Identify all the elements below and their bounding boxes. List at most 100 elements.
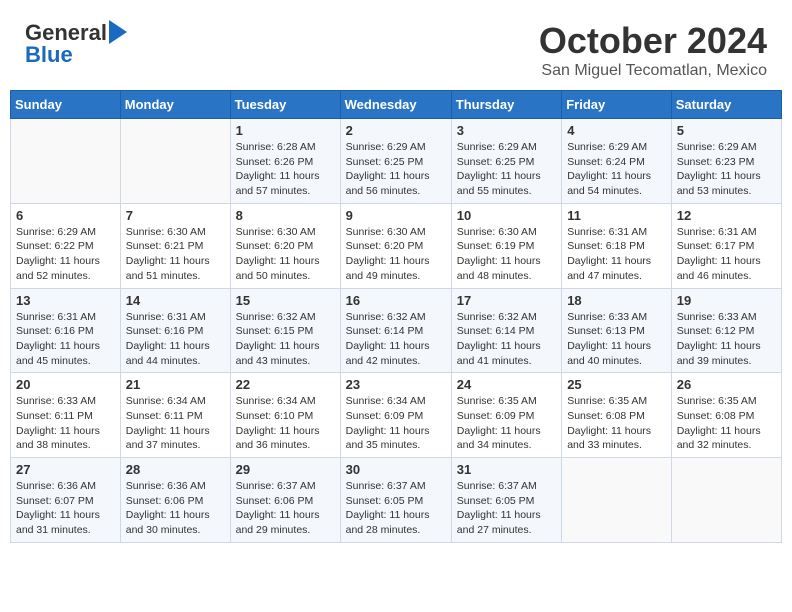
calendar-cell: 5 Sunrise: 6:29 AM Sunset: 6:23 PM Daylig…	[671, 119, 781, 204]
day-info: Sunrise: 6:30 AM Sunset: 6:21 PM Dayligh…	[126, 225, 225, 284]
calendar-cell: 30Sunrise: 6:37 AM Sunset: 6:05 PM Dayli…	[340, 458, 451, 543]
day-info: Sunrise: 6:33 AM Sunset: 6:11 PM Dayligh…	[16, 394, 115, 453]
day-number: 8	[236, 208, 335, 223]
day-number: 10	[457, 208, 556, 223]
day-number: 20	[16, 377, 115, 392]
day-number: 4	[567, 123, 666, 138]
calendar-cell: 23 Sunrise: 6:34 AM Sunset: 6:09 PM Dayli…	[340, 373, 451, 458]
day-info: Sunrise: 6:36 AM Sunset: 6:07 PM Dayligh…	[16, 479, 115, 538]
day-info: Sunrise: 6:29 AM Sunset: 6:25 PM Dayligh…	[346, 140, 446, 199]
day-info: Sunrise: 6:30 AM Sunset: 6:19 PM Dayligh…	[457, 225, 556, 284]
calendar-cell: 27 Sunrise: 6:36 AM Sunset: 6:07 PM Dayli…	[11, 458, 121, 543]
day-number: 31	[457, 462, 556, 477]
day-number: 19	[677, 293, 776, 308]
day-number: 14	[126, 293, 225, 308]
day-number: 21	[126, 377, 225, 392]
calendar-header-row: SundayMondayTuesdayWednesdayThursdayFrid…	[11, 91, 782, 119]
day-info: Sunrise: 6:33 AM Sunset: 6:13 PM Dayligh…	[567, 310, 666, 369]
day-number: 23	[346, 377, 446, 392]
day-number: 9	[346, 208, 446, 223]
day-number: 26	[677, 377, 776, 392]
day-info: Sunrise: 6:30 AM Sunset: 6:20 PM Dayligh…	[346, 225, 446, 284]
day-info: Sunrise: 6:32 AM Sunset: 6:14 PM Dayligh…	[346, 310, 446, 369]
calendar-header-friday: Friday	[562, 91, 672, 119]
day-number: 5	[677, 123, 776, 138]
day-number: 25	[567, 377, 666, 392]
day-info: Sunrise: 6:37 AM Sunset: 6:06 PM Dayligh…	[236, 479, 335, 538]
day-number: 3	[457, 123, 556, 138]
calendar-week-3: 13 Sunrise: 6:31 AM Sunset: 6:16 PM Dayli…	[11, 288, 782, 373]
logo-blue: Blue	[25, 42, 73, 68]
calendar-cell: 29 Sunrise: 6:37 AM Sunset: 6:06 PM Dayli…	[230, 458, 340, 543]
calendar-cell: 28Sunrise: 6:36 AM Sunset: 6:06 PM Dayli…	[120, 458, 230, 543]
day-number: 27	[16, 462, 115, 477]
calendar-table: SundayMondayTuesdayWednesdayThursdayFrid…	[10, 90, 782, 543]
calendar-cell: 18 Sunrise: 6:33 AM Sunset: 6:13 PM Dayli…	[562, 288, 672, 373]
calendar-cell: 19 Sunrise: 6:33 AM Sunset: 6:12 PM Dayli…	[671, 288, 781, 373]
calendar-cell: 7Sunrise: 6:30 AM Sunset: 6:21 PM Daylig…	[120, 203, 230, 288]
calendar-cell: 6 Sunrise: 6:29 AM Sunset: 6:22 PM Daylig…	[11, 203, 121, 288]
day-info: Sunrise: 6:29 AM Sunset: 6:23 PM Dayligh…	[677, 140, 776, 199]
calendar-cell	[120, 119, 230, 204]
day-info: Sunrise: 6:34 AM Sunset: 6:10 PM Dayligh…	[236, 394, 335, 453]
day-number: 28	[126, 462, 225, 477]
calendar-title-block: October 2024 San Miguel Tecomatlan, Mexi…	[539, 20, 767, 80]
calendar-cell: 4Sunrise: 6:29 AM Sunset: 6:24 PM Daylig…	[562, 119, 672, 204]
day-info: Sunrise: 6:29 AM Sunset: 6:25 PM Dayligh…	[457, 140, 556, 199]
day-info: Sunrise: 6:34 AM Sunset: 6:09 PM Dayligh…	[346, 394, 446, 453]
calendar-cell: 24 Sunrise: 6:35 AM Sunset: 6:09 PM Dayli…	[451, 373, 561, 458]
day-info: Sunrise: 6:31 AM Sunset: 6:17 PM Dayligh…	[677, 225, 776, 284]
day-number: 15	[236, 293, 335, 308]
day-number: 24	[457, 377, 556, 392]
calendar-cell: 25Sunrise: 6:35 AM Sunset: 6:08 PM Dayli…	[562, 373, 672, 458]
calendar-cell: 8 Sunrise: 6:30 AM Sunset: 6:20 PM Daylig…	[230, 203, 340, 288]
calendar-cell: 9 Sunrise: 6:30 AM Sunset: 6:20 PM Daylig…	[340, 203, 451, 288]
day-number: 1	[236, 123, 335, 138]
calendar-cell: 22 Sunrise: 6:34 AM Sunset: 6:10 PM Dayli…	[230, 373, 340, 458]
day-number: 22	[236, 377, 335, 392]
day-info: Sunrise: 6:34 AM Sunset: 6:11 PM Dayligh…	[126, 394, 225, 453]
day-info: Sunrise: 6:29 AM Sunset: 6:22 PM Dayligh…	[16, 225, 115, 284]
calendar-subtitle: San Miguel Tecomatlan, Mexico	[539, 62, 767, 80]
day-info: Sunrise: 6:30 AM Sunset: 6:20 PM Dayligh…	[236, 225, 335, 284]
day-number: 29	[236, 462, 335, 477]
calendar-header-thursday: Thursday	[451, 91, 561, 119]
calendar-cell: 2Sunrise: 6:29 AM Sunset: 6:25 PM Daylig…	[340, 119, 451, 204]
calendar-cell	[671, 458, 781, 543]
calendar-header-wednesday: Wednesday	[340, 91, 451, 119]
day-number: 12	[677, 208, 776, 223]
calendar-cell: 31Sunrise: 6:37 AM Sunset: 6:05 PM Dayli…	[451, 458, 561, 543]
calendar-cell: 14 Sunrise: 6:31 AM Sunset: 6:16 PM Dayli…	[120, 288, 230, 373]
calendar-cell	[11, 119, 121, 204]
calendar-cell: 16Sunrise: 6:32 AM Sunset: 6:14 PM Dayli…	[340, 288, 451, 373]
calendar-header-saturday: Saturday	[671, 91, 781, 119]
calendar-header-sunday: Sunday	[11, 91, 121, 119]
calendar-week-2: 6 Sunrise: 6:29 AM Sunset: 6:22 PM Daylig…	[11, 203, 782, 288]
day-info: Sunrise: 6:32 AM Sunset: 6:14 PM Dayligh…	[457, 310, 556, 369]
logo-arrow-icon	[109, 20, 127, 44]
day-info: Sunrise: 6:32 AM Sunset: 6:15 PM Dayligh…	[236, 310, 335, 369]
day-number: 17	[457, 293, 556, 308]
calendar-week-1: 1Sunrise: 6:28 AM Sunset: 6:26 PM Daylig…	[11, 119, 782, 204]
page-header: General Blue October 2024 San Miguel Tec…	[10, 10, 782, 85]
calendar-cell	[562, 458, 672, 543]
day-info: Sunrise: 6:31 AM Sunset: 6:16 PM Dayligh…	[126, 310, 225, 369]
day-info: Sunrise: 6:35 AM Sunset: 6:09 PM Dayligh…	[457, 394, 556, 453]
day-number: 18	[567, 293, 666, 308]
calendar-week-4: 20 Sunrise: 6:33 AM Sunset: 6:11 PM Dayli…	[11, 373, 782, 458]
calendar-cell: 10 Sunrise: 6:30 AM Sunset: 6:19 PM Dayli…	[451, 203, 561, 288]
day-number: 11	[567, 208, 666, 223]
day-info: Sunrise: 6:33 AM Sunset: 6:12 PM Dayligh…	[677, 310, 776, 369]
calendar-week-5: 27 Sunrise: 6:36 AM Sunset: 6:07 PM Dayli…	[11, 458, 782, 543]
calendar-cell: 1Sunrise: 6:28 AM Sunset: 6:26 PM Daylig…	[230, 119, 340, 204]
day-info: Sunrise: 6:37 AM Sunset: 6:05 PM Dayligh…	[346, 479, 446, 538]
day-number: 13	[16, 293, 115, 308]
calendar-cell: 3 Sunrise: 6:29 AM Sunset: 6:25 PM Daylig…	[451, 119, 561, 204]
day-info: Sunrise: 6:31 AM Sunset: 6:16 PM Dayligh…	[16, 310, 115, 369]
calendar-cell: 26 Sunrise: 6:35 AM Sunset: 6:08 PM Dayli…	[671, 373, 781, 458]
calendar-title: October 2024	[539, 20, 767, 62]
day-info: Sunrise: 6:35 AM Sunset: 6:08 PM Dayligh…	[677, 394, 776, 453]
day-number: 6	[16, 208, 115, 223]
day-info: Sunrise: 6:31 AM Sunset: 6:18 PM Dayligh…	[567, 225, 666, 284]
calendar-cell: 21 Sunrise: 6:34 AM Sunset: 6:11 PM Dayli…	[120, 373, 230, 458]
